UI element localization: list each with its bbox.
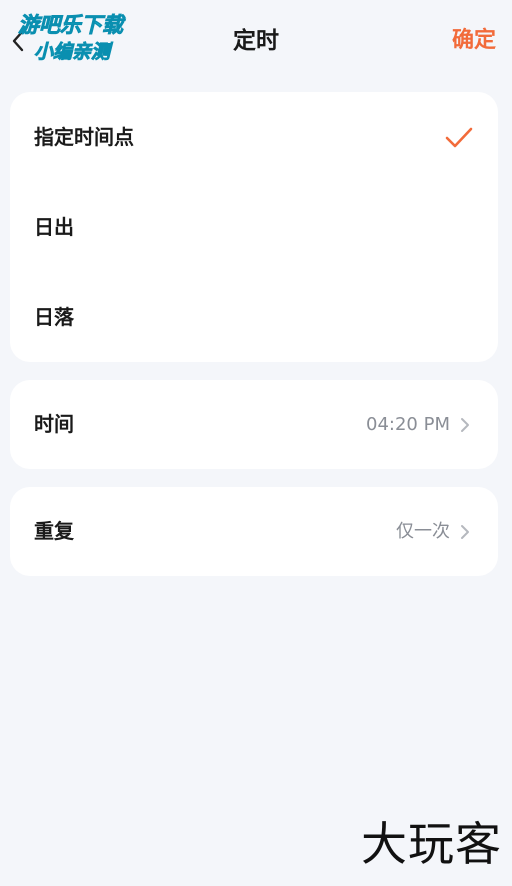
repeat-setting-row[interactable]: 重复 仅一次 bbox=[10, 487, 498, 576]
page-title: 定时 bbox=[233, 28, 279, 54]
option-sunrise[interactable]: 日出 bbox=[10, 182, 498, 272]
option-sunset[interactable]: 日落 bbox=[10, 272, 498, 362]
repeat-label: 重复 bbox=[34, 519, 74, 543]
confirm-button[interactable]: 确定 bbox=[452, 26, 496, 56]
time-label: 时间 bbox=[34, 412, 74, 436]
option-label: 日出 bbox=[34, 215, 74, 239]
brand-watermark: 大玩客 bbox=[361, 817, 502, 871]
option-specified-time[interactable]: 指定时间点 bbox=[10, 92, 498, 182]
time-setting-row[interactable]: 时间 04:20 PM bbox=[10, 380, 498, 469]
repeat-card: 重复 仅一次 bbox=[10, 487, 498, 576]
checkmark-icon bbox=[445, 127, 473, 148]
repeat-value: 仅一次 bbox=[396, 521, 450, 542]
time-card: 时间 04:20 PM bbox=[10, 380, 498, 469]
trigger-options-card: 指定时间点 日出 日落 bbox=[10, 92, 498, 362]
top-bar: 游吧乐下载 小编亲测 定时 确定 bbox=[0, 0, 512, 82]
option-label: 指定时间点 bbox=[34, 125, 134, 149]
option-label: 日落 bbox=[34, 305, 74, 329]
time-value: 04:20 PM bbox=[366, 414, 450, 435]
chevron-right-icon bbox=[461, 418, 469, 432]
chevron-right-icon bbox=[461, 525, 469, 539]
